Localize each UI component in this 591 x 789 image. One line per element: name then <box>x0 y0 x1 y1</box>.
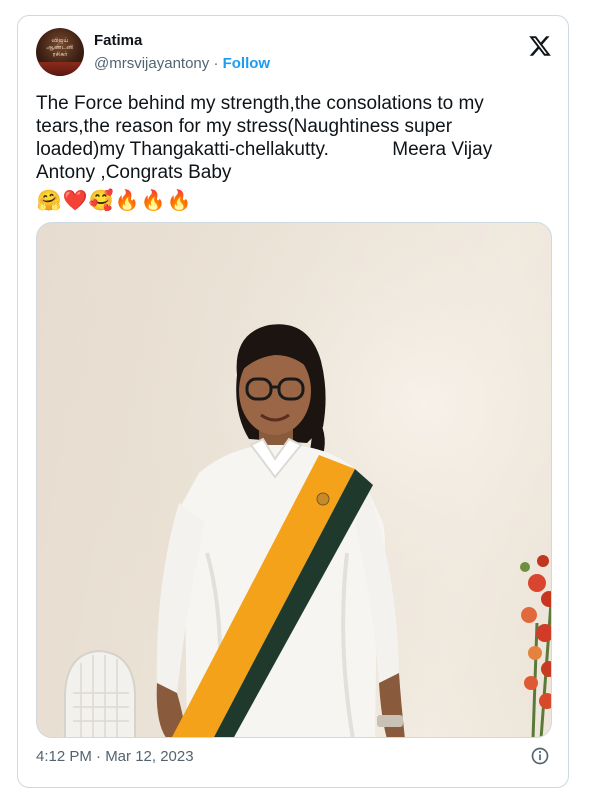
handle-row: @mrsvijayantony · Follow <box>94 55 270 72</box>
tweet-photo[interactable] <box>36 222 552 738</box>
follow-button[interactable]: Follow <box>223 55 271 72</box>
avatar-band <box>36 62 84 76</box>
fire-emoji: 🔥 <box>166 188 192 212</box>
tweet-text: The Force behind my strength,the consola… <box>36 93 497 183</box>
emoji-row: 🤗❤️🥰🔥🔥🔥 <box>36 188 192 212</box>
tweet-timestamp[interactable]: 4:12 PM · Mar 12, 2023 <box>36 748 194 765</box>
red-heart-emoji: ❤️ <box>62 188 88 212</box>
x-logo-icon[interactable] <box>528 34 552 58</box>
info-icon[interactable] <box>530 746 550 766</box>
fire-emoji: 🔥 <box>140 188 166 212</box>
author-handle[interactable]: @mrsvijayantony <box>94 55 209 72</box>
tweet-header: விஜய் ஆண்டனி ரசிகர் Fatima @mrsvijayanto… <box>36 28 552 80</box>
tweet-card: விஜய் ஆண்டனி ரசிகர் Fatima @mrsvijayanto… <box>17 15 569 788</box>
photo-illustration <box>37 223 551 737</box>
avatar-caption: விஜய் ஆண்டனி ரசிகர் <box>46 37 74 58</box>
author-name[interactable]: Fatima <box>94 32 142 49</box>
author-avatar[interactable]: விஜய் ஆண்டனி ரசிகர் <box>36 28 84 76</box>
hugging-face-emoji: 🤗 <box>36 188 62 212</box>
fire-emoji: 🔥 <box>114 188 140 212</box>
smiling-hearts-emoji: 🥰 <box>88 188 114 212</box>
handle-separator: · <box>213 55 219 72</box>
chair <box>64 649 136 737</box>
